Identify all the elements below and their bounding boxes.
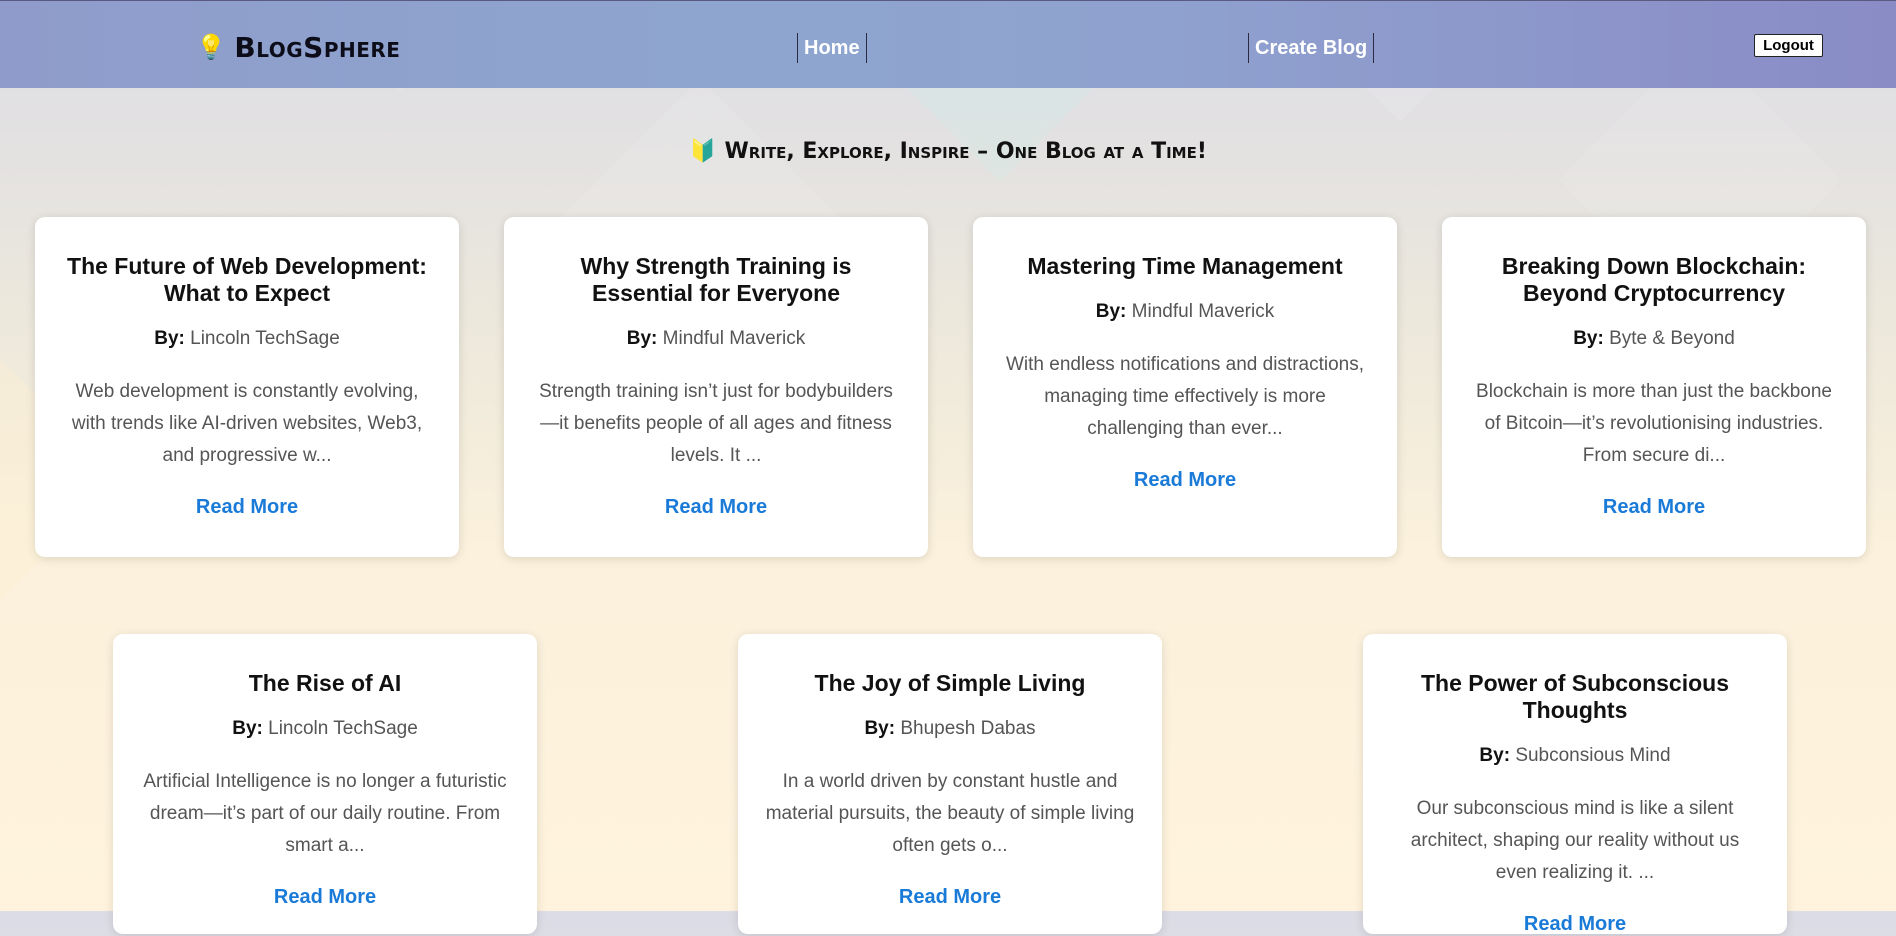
blog-title: Why Strength Training is Essential for E…	[580, 253, 852, 306]
blog-excerpt: Our subconscious mind is like a silent a…	[1410, 798, 1740, 883]
blog-title: The Joy of Simple Living	[814, 670, 1086, 696]
beginner-leaf-icon: 🔰	[689, 139, 717, 164]
read-more-link[interactable]: Read More	[665, 496, 767, 519]
read-more-link[interactable]: Read More	[1524, 913, 1626, 936]
blog-title: The Rise of AI	[248, 670, 402, 696]
tagline-text: Write, Explore, Inspire – One Blog at a …	[724, 139, 1207, 164]
blog-author: By: Mindful Maverick	[1095, 301, 1275, 322]
read-more-link[interactable]: Read More	[1603, 496, 1705, 519]
blog-author: By: Bhupesh Dabas	[864, 718, 1036, 739]
blog-excerpt: Artificial Intelligence is no longer a f…	[143, 771, 507, 856]
blog-author: By: Lincoln TechSage	[154, 328, 340, 349]
lightbulb-icon: 💡	[196, 33, 227, 61]
blog-excerpt: Blockchain is more than just the backbon…	[1476, 381, 1832, 466]
nav-create-blog-button[interactable]: Create Blog	[1248, 33, 1375, 63]
blog-card: Breaking Down Blockchain: Beyond Cryptoc…	[1442, 217, 1866, 557]
brand-logo[interactable]: 💡 BlogSphere	[196, 31, 400, 64]
blog-author: By: Byte & Beyond	[1573, 328, 1735, 349]
blog-card: The Rise of AI By: Lincoln TechSage Arti…	[113, 634, 537, 934]
blog-card: The Future of Web Development: What to E…	[35, 217, 459, 557]
blog-card: Mastering Time Management By: Mindful Ma…	[973, 217, 1397, 557]
brand-name: BlogSphere	[234, 31, 401, 64]
page-tagline: 🔰 Write, Explore, Inspire – One Blog at a…	[0, 139, 1896, 164]
blog-excerpt: With endless notifications and distracti…	[1005, 354, 1364, 439]
read-more-link[interactable]: Read More	[899, 886, 1001, 909]
blog-author: By: Mindful Maverick	[626, 328, 806, 349]
nav-home-button[interactable]: Home	[797, 33, 867, 63]
blog-excerpt: Web development is constantly evolving, …	[71, 381, 423, 466]
blog-card: Why Strength Training is Essential for E…	[504, 217, 928, 557]
blog-excerpt: In a world driven by constant hustle and…	[765, 771, 1135, 856]
read-more-link[interactable]: Read More	[274, 886, 376, 909]
blog-title: The Future of Web Development: What to E…	[67, 253, 427, 306]
blog-card: The Joy of Simple Living By: Bhupesh Dab…	[738, 634, 1162, 934]
read-more-link[interactable]: Read More	[1134, 469, 1236, 492]
blog-excerpt: Strength training isn’t just for bodybui…	[539, 381, 893, 466]
top-navbar: 💡 BlogSphere Home Create Blog Logout	[0, 0, 1896, 88]
read-more-link[interactable]: Read More	[196, 496, 298, 519]
blog-author: By: Lincoln TechSage	[232, 718, 418, 739]
logout-button[interactable]: Logout	[1754, 34, 1823, 57]
blog-title: Mastering Time Management	[1027, 253, 1343, 279]
blog-title: The Power of Subconscious Thoughts	[1421, 670, 1729, 723]
blog-title: Breaking Down Blockchain: Beyond Cryptoc…	[1501, 253, 1807, 306]
blog-author: By: Subconsious Mind	[1479, 745, 1671, 766]
blog-card: The Power of Subconscious Thoughts By: S…	[1363, 634, 1787, 936]
